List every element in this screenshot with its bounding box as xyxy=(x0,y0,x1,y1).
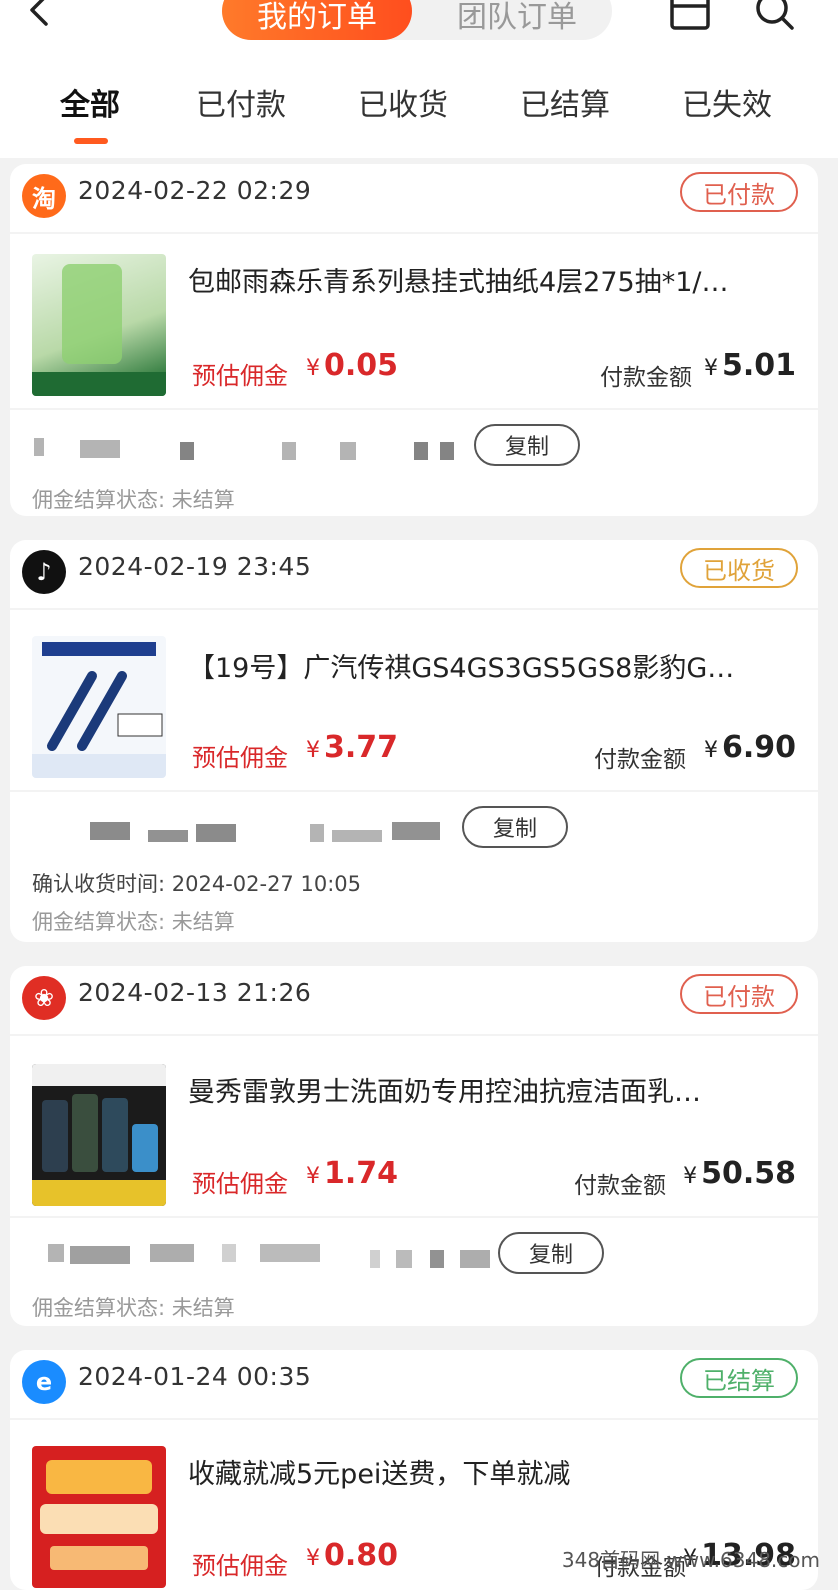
divider xyxy=(10,1418,818,1420)
product-image[interactable] xyxy=(32,254,166,396)
payment-value: ¥50.58 xyxy=(683,1156,796,1191)
back-arrow-icon[interactable] xyxy=(22,0,58,28)
site-watermark: 348首码网 www.6348.com xyxy=(561,1548,820,1572)
payment-label: 付款金额 xyxy=(600,365,692,391)
tab-settled[interactable]: 已结算 xyxy=(520,80,610,124)
header-bar: 我的订单 团队订单 全部 已付款 已收货 已结算 已失效 xyxy=(0,0,838,158)
order-datetime: 2024-02-19 23:45 xyxy=(78,552,312,581)
order-card-header: 淘 2024-02-22 02:29 已付款 xyxy=(10,164,818,228)
payment-value: ¥6.90 xyxy=(703,730,796,765)
pinduoduo-icon: ❀ xyxy=(22,976,66,1020)
order-datetime: 2024-02-22 02:29 xyxy=(78,176,312,205)
divider xyxy=(10,232,818,234)
product-title[interactable]: 收藏就减5元pei送费，下单就减 xyxy=(188,1452,788,1491)
commission-label: 预估佣金 xyxy=(192,744,288,772)
copy-button[interactable]: 复制 xyxy=(498,1232,604,1274)
order-datetime: 2024-01-24 00:35 xyxy=(78,1362,312,1391)
eleme-icon: e xyxy=(22,1360,66,1404)
status-badge: 已结算 xyxy=(680,1358,798,1398)
product-title[interactable]: 包邮雨森乐青系列悬挂式抽纸4层275抽*1/… xyxy=(188,260,788,299)
commission-label: 预估佣金 xyxy=(192,1552,288,1580)
status-badge: 已付款 xyxy=(680,974,798,1014)
settle-status: 佣金结算状态: 未结算 xyxy=(32,910,235,934)
tab-team-orders[interactable]: 团队订单 xyxy=(422,0,612,40)
tab-all[interactable]: 全部 xyxy=(60,80,120,124)
copy-button[interactable]: 复制 xyxy=(462,806,568,848)
order-card[interactable]: 淘 2024-02-22 02:29 已付款 包邮雨森乐青系列悬挂式抽纸4层27… xyxy=(10,164,818,516)
order-card-header: ❀ 2024-02-13 21:26 已付款 xyxy=(10,966,818,1030)
commission-value: ¥0.80 xyxy=(306,1538,399,1573)
active-tab-indicator xyxy=(74,138,108,144)
commission-label: 预估佣金 xyxy=(192,1170,288,1198)
payment-label: 付款金额 xyxy=(594,747,686,773)
commission-label: 预估佣金 xyxy=(192,362,288,390)
divider xyxy=(10,1034,818,1036)
status-badge: 已付款 xyxy=(680,172,798,212)
order-scope-switch: 我的订单 团队订单 xyxy=(222,0,612,40)
product-image[interactable] xyxy=(32,1064,166,1206)
tab-received[interactable]: 已收货 xyxy=(358,80,448,124)
commission-value: ¥1.74 xyxy=(306,1156,399,1191)
status-tabs: 全部 已付款 已收货 已结算 已失效 xyxy=(0,80,838,140)
order-card-header: e 2024-01-24 00:35 已结算 xyxy=(10,1350,818,1414)
status-badge: 已收货 xyxy=(680,548,798,588)
settle-status: 佣金结算状态: 未结算 xyxy=(32,488,235,512)
divider xyxy=(10,408,818,410)
taobao-icon: 淘 xyxy=(22,174,66,218)
copy-button[interactable]: 复制 xyxy=(474,424,580,466)
tab-paid[interactable]: 已付款 xyxy=(196,80,286,124)
search-icon[interactable] xyxy=(752,0,796,34)
settle-status: 佣金结算状态: 未结算 xyxy=(32,1296,235,1320)
order-datetime: 2024-02-13 21:26 xyxy=(78,978,312,1007)
order-card[interactable]: ♪ 2024-02-19 23:45 已收货 【19号】广汽传祺GS4GS3GS… xyxy=(10,540,818,942)
payment-label: 付款金额 xyxy=(574,1173,666,1199)
product-image[interactable] xyxy=(32,636,166,778)
tab-my-orders[interactable]: 我的订单 xyxy=(222,0,412,40)
divider xyxy=(10,608,818,610)
confirm-receipt-time: 确认收货时间: 2024-02-27 10:05 xyxy=(32,872,361,896)
commission-value: ¥0.05 xyxy=(306,348,399,383)
product-image[interactable] xyxy=(32,1446,166,1588)
commission-value: ¥3.77 xyxy=(306,730,399,765)
douyin-icon: ♪ xyxy=(22,550,66,594)
tab-expired[interactable]: 已失效 xyxy=(682,80,772,124)
divider xyxy=(10,790,818,792)
product-title[interactable]: 【19号】广汽传祺GS4GS3GS5GS8影豹G… xyxy=(188,646,788,685)
calendar-icon[interactable] xyxy=(668,0,712,34)
divider xyxy=(10,1216,818,1218)
product-title[interactable]: 曼秀雷敦男士洗面奶专用控油抗痘洁面乳… xyxy=(188,1070,788,1109)
payment-value: ¥5.01 xyxy=(703,348,796,383)
order-card-header: ♪ 2024-02-19 23:45 已收货 xyxy=(10,540,818,604)
order-card[interactable]: ❀ 2024-02-13 21:26 已付款 曼秀雷敦男士洗面奶专用控油抗痘洁面… xyxy=(10,966,818,1326)
